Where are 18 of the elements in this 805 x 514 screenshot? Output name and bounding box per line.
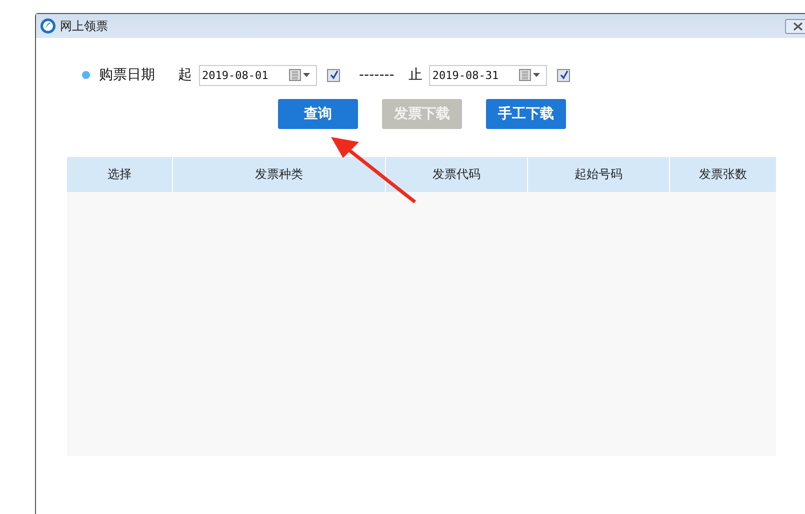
- filter-label: 购票日期: [99, 66, 155, 84]
- close-icon: [792, 22, 804, 30]
- checkbox[interactable]: [557, 68, 570, 82]
- date-field[interactable]: 2019-08-31: [429, 64, 548, 86]
- date-label: 起: [178, 66, 192, 84]
- window-title: 网上领票: [60, 18, 108, 34]
- app-icon: [40, 18, 56, 34]
- action-button[interactable]: 查询: [278, 99, 358, 129]
- separator-dashes: -------: [359, 67, 394, 83]
- calendar-dropdown-icon[interactable]: [519, 69, 542, 81]
- checkbox[interactable]: [327, 68, 340, 82]
- close-button[interactable]: [785, 18, 805, 34]
- column-header: 发票张数: [698, 166, 748, 183]
- bullet-icon: [82, 71, 90, 79]
- date-label: 止: [408, 66, 422, 84]
- date-field[interactable]: 2019-08-01: [199, 64, 317, 86]
- action-button[interactable]: 手工下载: [486, 99, 566, 129]
- calendar-dropdown-icon[interactable]: [289, 69, 311, 81]
